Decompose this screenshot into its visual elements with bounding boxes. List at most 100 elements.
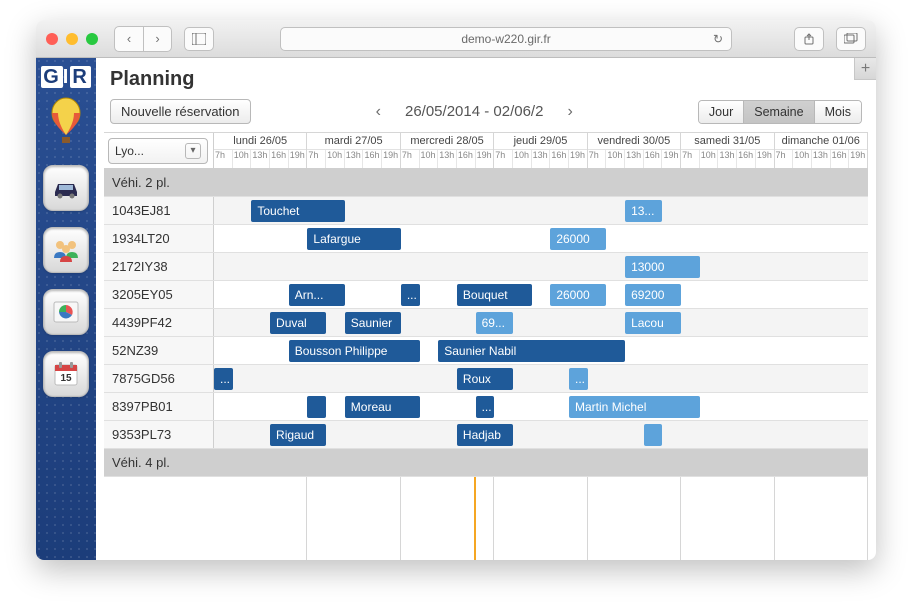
row-grid bbox=[214, 449, 868, 476]
view-month-button[interactable]: Mois bbox=[814, 101, 861, 123]
reservation-event[interactable]: ... bbox=[476, 396, 495, 418]
new-tab-button[interactable]: + bbox=[854, 58, 876, 80]
hour-labels: 7h10h13h16h19h bbox=[214, 150, 306, 168]
sidebar-toggle-button[interactable] bbox=[184, 27, 214, 51]
hour-label: 7h bbox=[307, 150, 326, 168]
minimize-window-icon[interactable] bbox=[66, 33, 78, 45]
reservation-event[interactable]: Touchet bbox=[251, 200, 344, 222]
hour-label: 10h bbox=[326, 150, 345, 168]
row-grid: 13000 bbox=[214, 253, 868, 280]
reservation-event[interactable]: 69... bbox=[476, 312, 513, 334]
scheduler-body: Véhi. 2 pl.1043EJ81Touchet13...1934LT20L… bbox=[104, 169, 868, 560]
view-week-button[interactable]: Semaine bbox=[743, 101, 813, 123]
scheduler-header-left: Lyo... ▾ bbox=[104, 133, 214, 168]
scheduler-header: Lyo... ▾ lundi 26/057h10h13h16h19hmardi … bbox=[104, 133, 868, 169]
hour-label: 7h bbox=[775, 150, 794, 168]
prev-range-button[interactable]: ‹ bbox=[370, 101, 387, 123]
day-label: vendredi 30/05 bbox=[588, 133, 680, 150]
reservation-event[interactable]: Martin Michel bbox=[569, 396, 700, 418]
resource-filter-select[interactable]: Lyo... ▾ bbox=[108, 138, 208, 164]
hour-labels: 7h10h13h16h19h bbox=[588, 150, 680, 168]
reservation-event[interactable] bbox=[644, 424, 663, 446]
reservation-event[interactable]: Lacou bbox=[625, 312, 681, 334]
reservation-event[interactable]: Hadjab bbox=[457, 424, 513, 446]
share-button[interactable] bbox=[794, 27, 824, 51]
page-title: Planning bbox=[110, 68, 862, 91]
reservation-event[interactable]: Duval bbox=[270, 312, 326, 334]
reload-icon[interactable]: ↻ bbox=[713, 32, 723, 46]
reservation-event[interactable] bbox=[307, 396, 326, 418]
new-reservation-button[interactable]: Nouvelle réservation bbox=[110, 99, 251, 124]
hour-labels: 7h10h13h16h19h bbox=[775, 150, 867, 168]
row-label: 52NZ39 bbox=[104, 337, 214, 364]
hour-label: 13h bbox=[718, 150, 737, 168]
calendar-nav-button[interactable]: 15 bbox=[43, 351, 89, 397]
reservation-event[interactable]: Saunier bbox=[345, 312, 401, 334]
hour-label: 13h bbox=[345, 150, 364, 168]
day-column: mercredi 28/057h10h13h16h19h bbox=[401, 133, 494, 168]
window-controls bbox=[46, 33, 98, 45]
hour-label: 10h bbox=[420, 150, 439, 168]
row-label: Véhi. 2 pl. bbox=[104, 169, 214, 196]
row-label: 9353PL73 bbox=[104, 421, 214, 448]
hour-label: 19h bbox=[289, 150, 307, 168]
share-icon bbox=[803, 33, 815, 45]
hour-label: 19h bbox=[382, 150, 400, 168]
reservation-event[interactable]: 26000 bbox=[550, 284, 606, 306]
hour-label: 16h bbox=[644, 150, 663, 168]
hour-label: 19h bbox=[569, 150, 587, 168]
url-text: demo-w220.gir.fr bbox=[461, 32, 550, 46]
balloon-icon bbox=[46, 97, 86, 147]
forward-button[interactable]: › bbox=[143, 27, 171, 51]
hour-label: 7h bbox=[588, 150, 607, 168]
reservation-event[interactable]: 26000 bbox=[550, 228, 606, 250]
svg-text:15: 15 bbox=[60, 373, 72, 384]
reservation-event[interactable]: Arn... bbox=[289, 284, 345, 306]
calendar-icon: 15 bbox=[50, 358, 82, 390]
row-grid bbox=[214, 169, 868, 196]
hour-labels: 7h10h13h16h19h bbox=[681, 150, 773, 168]
reservation-event[interactable]: Bouquet bbox=[457, 284, 532, 306]
day-column: samedi 31/057h10h13h16h19h bbox=[681, 133, 774, 168]
row-grid: Touchet 13... bbox=[214, 197, 868, 224]
resource-row: 4439PF42DuvalSaunier69...Lacou bbox=[104, 309, 868, 337]
hour-label: 10h bbox=[606, 150, 625, 168]
hour-labels: 7h10h13h16h19h bbox=[494, 150, 586, 168]
reservation-event[interactable]: 13... bbox=[625, 200, 662, 222]
hour-label: 7h bbox=[214, 150, 233, 168]
reservation-event[interactable]: Rigaud bbox=[270, 424, 326, 446]
reservation-event[interactable]: Lafargue bbox=[307, 228, 400, 250]
browser-window: ‹ › demo-w220.gir.fr ↻ + bbox=[36, 20, 876, 560]
reservation-event[interactable]: Roux bbox=[457, 368, 513, 390]
reservation-event[interactable]: ... bbox=[214, 368, 233, 390]
car-icon bbox=[50, 172, 82, 204]
hour-label: 10h bbox=[700, 150, 719, 168]
reservation-event[interactable]: Saunier Nabil bbox=[438, 340, 625, 362]
view-day-button[interactable]: Jour bbox=[699, 101, 743, 123]
back-button[interactable]: ‹ bbox=[115, 27, 143, 51]
day-label: dimanche 01/06 bbox=[775, 133, 867, 150]
reservation-event[interactable]: ... bbox=[401, 284, 420, 306]
resource-row: 1934LT20Lafargue26000 bbox=[104, 225, 868, 253]
row-label: 8397PB01 bbox=[104, 393, 214, 420]
hour-label: 19h bbox=[756, 150, 774, 168]
reservation-event[interactable]: 13000 bbox=[625, 256, 700, 278]
row-grid: Bousson Philippe Saunier Nabil bbox=[214, 337, 868, 364]
row-label: 2172IY38 bbox=[104, 253, 214, 280]
url-field[interactable]: demo-w220.gir.fr ↻ bbox=[280, 27, 732, 51]
titlebar: ‹ › demo-w220.gir.fr ↻ bbox=[36, 20, 876, 58]
reservation-event[interactable]: 69200 bbox=[625, 284, 681, 306]
reservation-event[interactable]: Bousson Philippe bbox=[289, 340, 420, 362]
view-switcher: Jour Semaine Mois bbox=[698, 100, 862, 124]
tabs-button[interactable] bbox=[836, 27, 866, 51]
next-range-button[interactable]: › bbox=[561, 101, 578, 123]
scheduler: Lyo... ▾ lundi 26/057h10h13h16h19hmardi … bbox=[104, 132, 868, 560]
reports-nav-button[interactable] bbox=[43, 289, 89, 335]
row-grid: Duval Saunier 69... Lacou bbox=[214, 309, 868, 336]
reservation-event[interactable]: ... bbox=[569, 368, 588, 390]
close-window-icon[interactable] bbox=[46, 33, 58, 45]
zoom-window-icon[interactable] bbox=[86, 33, 98, 45]
reservation-event[interactable]: Moreau bbox=[345, 396, 420, 418]
users-nav-button[interactable] bbox=[43, 227, 89, 273]
vehicles-nav-button[interactable] bbox=[43, 165, 89, 211]
